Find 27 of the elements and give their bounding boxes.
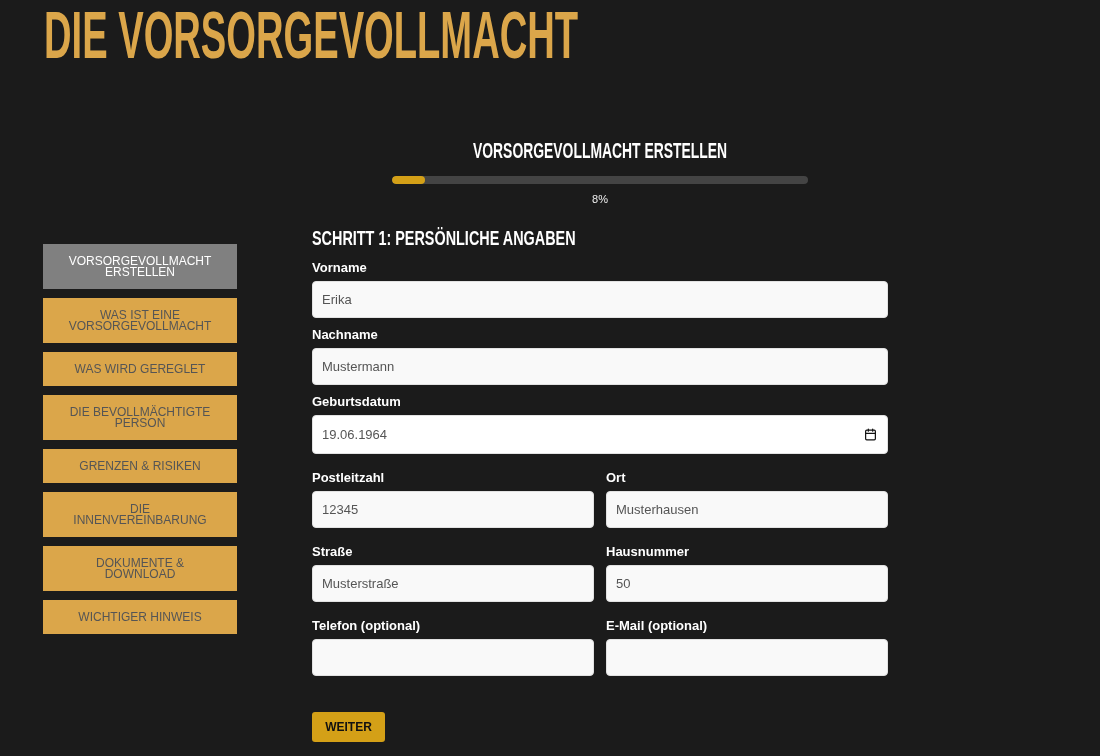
progress-reading: 8% <box>592 193 608 206</box>
input-field[interactable]: 50 <box>606 565 888 602</box>
field-label: E-Mail (optional) <box>606 618 708 634</box>
field-label: Nachname <box>312 327 378 343</box>
next-button[interactable]: WEITER <box>312 712 385 742</box>
field-label: Postleitzahl <box>312 470 385 486</box>
sidebar-item[interactable]: VORSORGEVOLLMACHT ERSTELLEN <box>43 244 237 289</box>
input-field[interactable]: 12345 <box>312 491 594 528</box>
input-field[interactable] <box>312 639 594 676</box>
calendar-icon[interactable] <box>864 428 877 441</box>
date-field[interactable]: 19.06.1964 <box>312 415 888 454</box>
input-field[interactable]: Erika <box>312 281 888 318</box>
input-field[interactable]: Musterstraße <box>312 565 594 602</box>
page-title: DIE VORSORGEVOLLMACHT <box>44 2 579 68</box>
step-title: SCHRITT 1: PERSÖNLICHE ANGABEN <box>312 227 576 249</box>
wizard-title: VORSORGEVOLLMACHT ERSTELLEN <box>472 140 728 162</box>
field-label: Straße <box>312 544 353 560</box>
field-label: Vorname <box>312 260 367 276</box>
input-field[interactable] <box>606 639 888 676</box>
input-field[interactable]: Mustermann <box>312 348 888 385</box>
field-label: Telefon (optional) <box>312 618 421 634</box>
sidebar-item[interactable]: DOKUMENTE & DOWNLOAD <box>43 546 237 591</box>
field-label: Ort <box>606 470 626 486</box>
input-field[interactable]: Musterhausen <box>606 491 888 528</box>
field-label: Geburtsdatum <box>312 394 401 410</box>
sidebar-item[interactable]: WICHTIGER HINWEIS <box>43 600 237 634</box>
field-label: Hausnummer <box>606 544 690 560</box>
